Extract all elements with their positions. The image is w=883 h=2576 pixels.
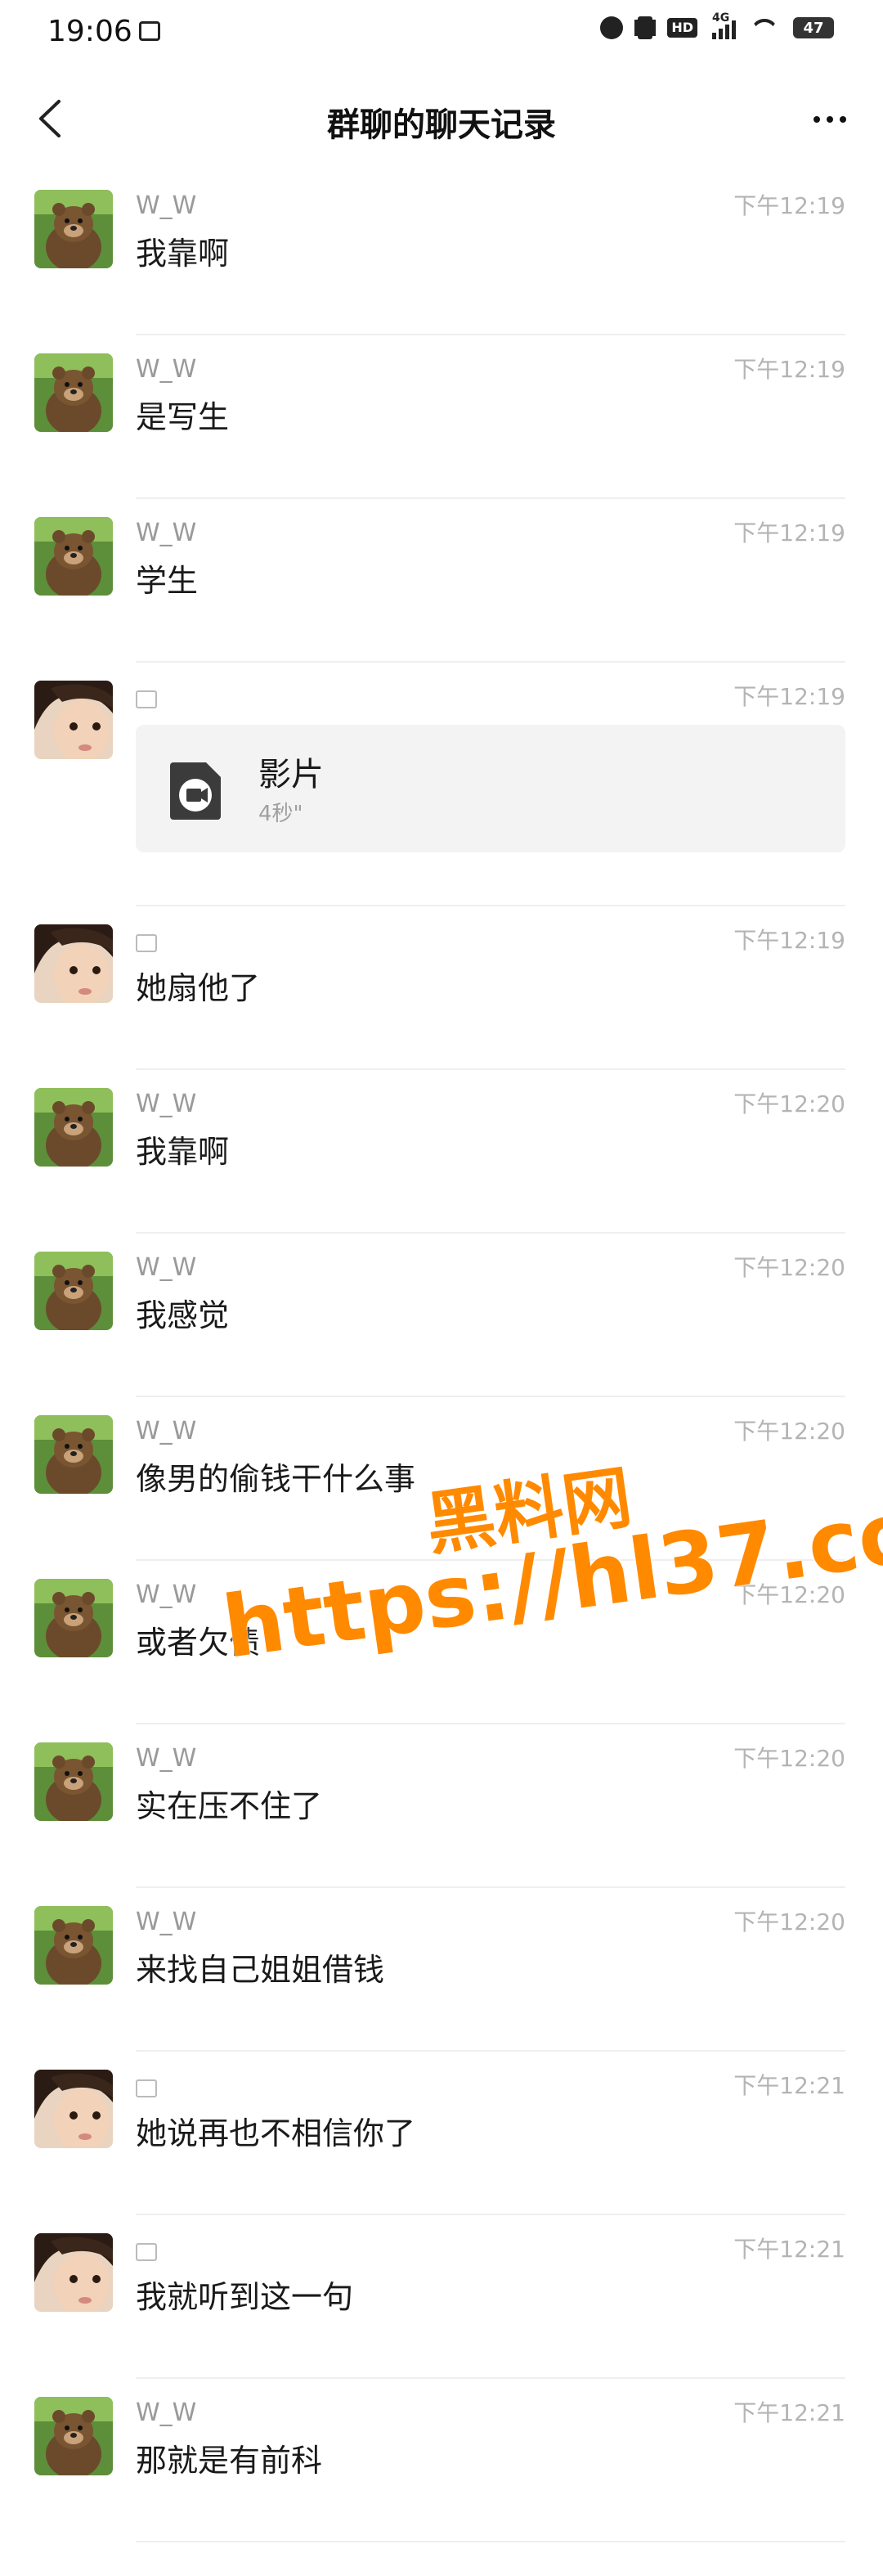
message-item[interactable]: W_W 学生 下午12:19 <box>0 499 883 663</box>
message-text: 是写生 <box>136 399 230 435</box>
message-timestamp: 下午12:21 <box>733 2399 845 2426</box>
message-timestamp: 下午12:19 <box>733 519 845 546</box>
video-title: 影片 <box>258 756 324 793</box>
vibrate-icon <box>638 16 653 39</box>
hd-icon: HD <box>667 18 697 38</box>
message-timestamp: 下午12:21 <box>733 2072 845 2099</box>
unknown-sender-icon <box>136 2079 157 2097</box>
message-timestamp: 下午12:19 <box>733 192 845 219</box>
notification-icon <box>139 21 160 41</box>
status-time: 19:06 <box>47 15 132 48</box>
message-text: 学生 <box>136 563 199 599</box>
alarm-icon <box>600 16 624 39</box>
more-dots-icon <box>814 116 820 123</box>
page-title: 群聊的聊天记录 <box>327 106 556 144</box>
message-item[interactable]: 我就听到这一句 下午12:21 <box>0 2215 883 2379</box>
message-text: 来找自己姐姐借钱 <box>136 1952 385 1988</box>
message-item[interactable]: 影片 4秒" 下午12:19 <box>0 663 883 906</box>
message-timestamp: 下午12:20 <box>733 1254 845 1281</box>
status-icons: HD 4G 47 <box>600 11 834 39</box>
message-timestamp: 下午12:19 <box>733 927 845 954</box>
wifi-icon <box>751 17 778 38</box>
message-timestamp: 下午12:20 <box>733 1745 845 1772</box>
video-file-icon <box>170 762 221 820</box>
message-item[interactable]: W_W 我感觉 下午12:20 <box>0 1234 883 1397</box>
message-text: 我靠啊 <box>136 236 230 272</box>
message-item[interactable]: W_W 是写生 下午12:19 <box>0 335 883 499</box>
message-text: 像男的偷钱干什么事 <box>136 1461 416 1497</box>
message-list[interactable]: W_W 我靠啊 下午12:19 W_W 是写生 下午12:19 W_W 学生 下午12:19 影片… <box>0 172 883 2542</box>
video-card[interactable]: 影片 4秒" <box>136 725 845 852</box>
message-timestamp: 下午12:20 <box>733 1418 845 1445</box>
message-item[interactable]: 她说再也不相信你了 下午12:21 <box>0 2052 883 2215</box>
message-timestamp: 下午12:19 <box>733 683 845 710</box>
message-item[interactable]: W_W 像男的偷钱干什么事 下午12:20 <box>0 1397 883 1561</box>
message-timestamp: 下午12:20 <box>733 1581 845 1608</box>
message-item[interactable]: W_W 我靠啊 下午12:19 <box>0 172 883 335</box>
message-item[interactable]: W_W 或者欠债 下午12:20 <box>0 1561 883 1724</box>
message-item[interactable]: W_W 我靠啊 下午12:20 <box>0 1070 883 1234</box>
message-text: 她扇他了 <box>136 970 261 1006</box>
message-timestamp: 下午12:21 <box>733 2236 845 2263</box>
video-duration: 4秒" <box>258 802 303 826</box>
message-item[interactable]: W_W 那就是有前科 下午12:21 <box>0 2379 883 2542</box>
message-text: 或者欠债 <box>136 1625 261 1661</box>
battery-indicator: 47 <box>793 17 834 38</box>
message-timestamp: 下午12:20 <box>733 1908 845 1935</box>
message-timestamp: 下午12:19 <box>733 356 845 383</box>
message-item[interactable]: 她扇他了 下午12:19 <box>0 906 883 1070</box>
more-button[interactable] <box>801 95 858 144</box>
message-text: 我就听到这一句 <box>136 2279 354 2315</box>
message-text: 我靠啊 <box>136 1134 230 1170</box>
message-timestamp: 下午12:20 <box>733 1090 845 1117</box>
message-text: 实在压不住了 <box>136 1788 323 1824</box>
navigation-bar: 群聊的聊天记录 <box>0 65 883 172</box>
signal-icon: 4G <box>712 11 736 39</box>
message-item[interactable]: W_W 来找自己姐姐借钱 下午12:20 <box>0 1888 883 2052</box>
status-bar: 19:06 HD 4G 47 <box>0 0 883 65</box>
message-text: 那就是有前科 <box>136 2443 323 2479</box>
divider <box>136 2541 845 2542</box>
unknown-sender-icon <box>136 2243 157 2261</box>
message-text: 她说再也不相信你了 <box>136 2115 416 2151</box>
unknown-sender-icon <box>136 934 157 952</box>
unknown-sender-icon <box>136 690 157 708</box>
message-text: 我感觉 <box>136 1297 230 1333</box>
network-type: 4G <box>712 11 730 25</box>
message-item[interactable]: W_W 实在压不住了 下午12:20 <box>0 1724 883 1888</box>
